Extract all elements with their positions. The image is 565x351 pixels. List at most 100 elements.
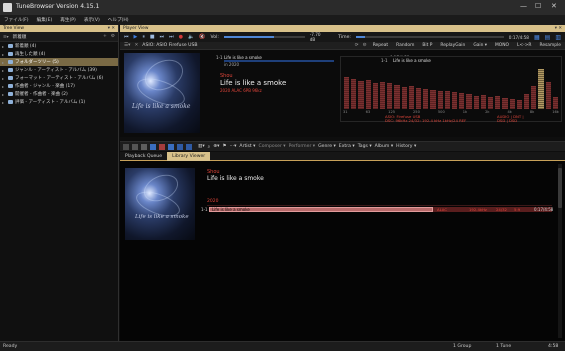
columns-icon[interactable]: ▥▾ <box>198 144 205 149</box>
expand-arrow-icon[interactable]: ▸ <box>2 44 6 49</box>
previous-icon[interactable]: ⏮ <box>124 34 129 40</box>
track-row[interactable]: Life is like a smoke ALAC 192.4kHz 24/32… <box>209 207 552 212</box>
tree-item-label: フォーマット - アーティスト - アルバム (6) <box>15 76 104 81</box>
tree-add-icon[interactable]: + <box>103 34 107 39</box>
device-menu-icon[interactable]: ☰▾ <box>124 43 130 48</box>
expand-arrow-icon[interactable]: ▸ <box>2 100 6 105</box>
tree-settings-icon[interactable]: ⚙ <box>111 34 115 39</box>
minimize-button[interactable]: — <box>520 2 527 10</box>
stop-icon[interactable]: ■ <box>150 34 155 40</box>
tree-item[interactable]: ▸ 再生した順 (4) <box>0 50 118 58</box>
album-filter[interactable]: Album ▾ <box>375 144 394 149</box>
tree-item[interactable]: ▸ フォルダーツリー (5) <box>0 58 118 66</box>
app-icon <box>3 3 12 12</box>
device-close-icon[interactable]: ✕ <box>134 43 138 48</box>
flag-icon[interactable]: ⚑ <box>222 144 226 149</box>
view-icon[interactable] <box>141 143 147 150</box>
speaker-icon[interactable]: 🔈 <box>188 34 194 40</box>
grid-view-icon[interactable]: ▥ <box>555 34 561 41</box>
swap-channels-button[interactable]: L<->R <box>515 43 533 48</box>
mute-icon[interactable]: 🔇 <box>199 34 205 40</box>
menu-edit[interactable]: 編集(E) <box>37 17 53 23</box>
view-icon[interactable] <box>123 143 129 150</box>
options-icon[interactable]: ⋯▾ <box>230 144 237 149</box>
history-filter[interactable]: History ▾ <box>396 144 416 149</box>
menu-help[interactable]: ヘルプ(H) <box>108 17 129 23</box>
random-button[interactable]: Random <box>394 43 416 48</box>
volume-slider[interactable] <box>223 36 305 38</box>
tree-item[interactable]: ▸ 評価 - アーティスト - アルバム (1) <box>0 98 118 106</box>
menu-file[interactable]: ファイル(F) <box>4 17 29 23</box>
album-artwork[interactable]: Life is like a smoke <box>125 168 195 240</box>
list-view-icon[interactable]: ▤ <box>545 34 551 41</box>
play-icon[interactable]: ▶ <box>134 34 138 40</box>
expand-arrow-icon[interactable]: ▸ <box>2 92 6 97</box>
folder-icon <box>8 60 13 64</box>
folder-icon <box>8 84 13 88</box>
next-icon[interactable]: ⏭ <box>160 34 165 40</box>
view-icon[interactable] <box>177 143 183 150</box>
composer-filter[interactable]: Composer ▾ <box>259 144 286 149</box>
device-settings-icon[interactable]: ⚙ <box>363 43 367 48</box>
tab-library-viewer[interactable]: Library Viewer <box>167 151 211 161</box>
menu-play[interactable]: 再生(P) <box>60 17 76 23</box>
expand-arrow-icon[interactable]: ▸ <box>2 84 6 89</box>
expand-arrow-icon[interactable]: ▸ <box>2 76 6 81</box>
tree-item[interactable]: ▸ ジャンル - アーティスト - アルバム (39) <box>0 66 118 74</box>
mono-button[interactable]: MONO <box>493 43 511 48</box>
tree-view-menu-icon[interactable]: ☰▾ <box>3 34 9 39</box>
tree-item[interactable]: ▸ フォーマット - アーティスト - アルバム (6) <box>0 74 118 82</box>
close-button[interactable]: ✕ <box>551 2 557 10</box>
spectrum-bar <box>394 85 400 109</box>
tree-view-pane: Tree View ▾ ✕ ☰▾ 新着順 + ⚙ ▸ 新着順 (4) ▸ 再生した順 … <box>0 25 119 341</box>
device-name[interactable]: ASIO: ASIO Firefuse USB <box>142 43 197 48</box>
tags-filter[interactable]: Tags ▾ <box>358 144 372 149</box>
tree-item[interactable]: ▸ 作曲者 - ジャンル - 楽曲 (17) <box>0 82 118 90</box>
layout-icon[interactable]: ▦ <box>534 34 540 41</box>
tree-item[interactable]: ▸ 新着順 (4) <box>0 42 118 50</box>
spectrum-track-no: 1-1 <box>381 58 388 63</box>
expand-arrow-icon[interactable]: ▸ <box>2 60 6 65</box>
expand-arrow-icon[interactable]: ▸ <box>2 52 6 57</box>
pane-pin-icon[interactable]: ▾ ✕ <box>108 25 115 32</box>
expand-arrow-icon[interactable]: ▸ <box>2 68 6 73</box>
artwork-caption: Life is like a smoke <box>132 103 191 110</box>
library-scrollbar[interactable] <box>558 164 562 338</box>
refresh-icon[interactable]: ⟳ <box>355 43 359 48</box>
transport-bar: ⏮ ▶ ⏸ ■ ⏭ ⏭ ● 🔈 🔇 Vol: -7.70 dB Time: 0:… <box>120 32 565 42</box>
tree-item[interactable]: ▸ 開催者 - 作曲者 - 楽曲 (2) <box>0 90 118 98</box>
spectrum-bar <box>545 82 551 109</box>
spectrum-bar <box>502 98 508 109</box>
tree-sort-label[interactable]: 新着順 <box>13 34 27 40</box>
zoom-icon[interactable]: ⊕▾ <box>213 144 219 149</box>
tree-toolbar: ☰▾ 新着順 + ⚙ <box>0 32 118 42</box>
resample-button[interactable]: Resample <box>537 43 563 48</box>
skip-icon[interactable]: ⏭ <box>169 34 174 40</box>
genre-filter[interactable]: Genre ▾ <box>318 144 336 149</box>
folder-icon <box>8 76 13 80</box>
library-scrollbar-thumb[interactable] <box>558 168 562 208</box>
record-icon[interactable]: ● <box>179 34 183 40</box>
view-icon[interactable] <box>132 143 138 150</box>
performer-filter[interactable]: Performer ▾ <box>289 144 316 149</box>
seek-slider[interactable] <box>355 36 504 38</box>
search-icon[interactable]: ⌕ <box>208 144 211 150</box>
view-icon[interactable] <box>150 143 156 150</box>
extra-filter[interactable]: Extra ▾ <box>339 144 355 149</box>
view-icon[interactable] <box>159 143 165 150</box>
spectrum-bar <box>408 86 414 109</box>
bitperfect-button[interactable]: Bit P <box>420 43 434 48</box>
view-icon[interactable] <box>168 143 174 150</box>
pause-icon[interactable]: ⏸ <box>142 34 145 40</box>
artist-filter[interactable]: Artist ▾ <box>239 144 255 149</box>
maximize-button[interactable]: ☐ <box>535 2 541 10</box>
repeat-button[interactable]: Repeat <box>371 43 390 48</box>
gain-button[interactable]: Gain ▾ <box>471 43 489 48</box>
view-icon[interactable] <box>186 143 192 150</box>
spectrum-bar <box>423 89 429 109</box>
menu-view[interactable]: 表示(V) <box>84 17 100 23</box>
player-pin-icon[interactable]: ▾ ✕ <box>555 25 562 32</box>
now-playing-artwork[interactable]: Life is like a smoke <box>124 53 200 133</box>
replaygain-button[interactable]: ReplayGain <box>438 43 467 48</box>
tab-playback-queue[interactable]: Playback Queue <box>120 152 167 161</box>
